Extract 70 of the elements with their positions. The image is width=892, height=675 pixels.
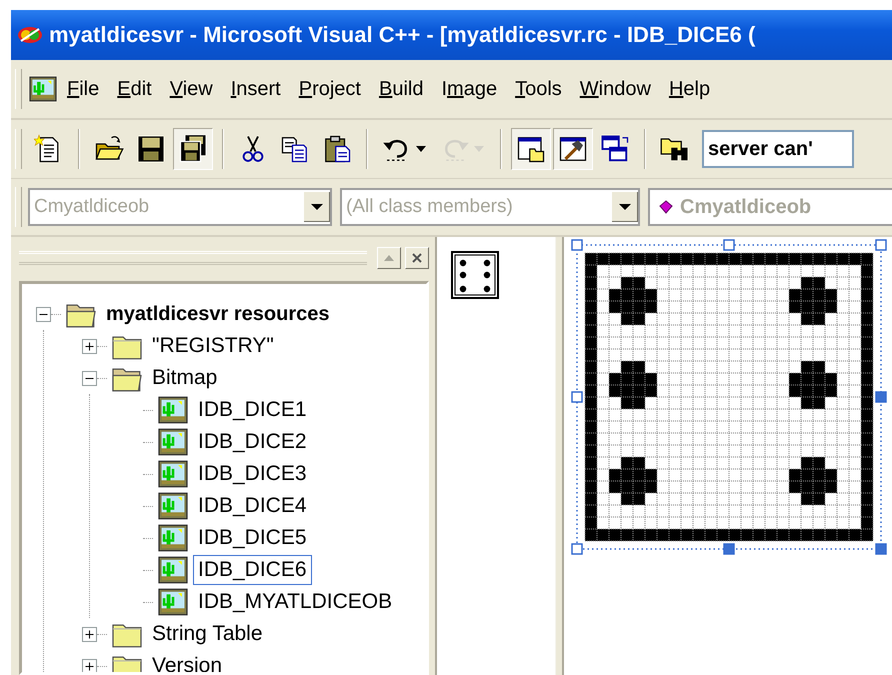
- caret-icon: [414, 144, 428, 154]
- window-hammer-button[interactable]: [553, 128, 593, 170]
- menu-item[interactable]: Build: [370, 78, 432, 100]
- tree-item[interactable]: myatldicesvr resources: [101, 299, 334, 329]
- expand-toggle[interactable]: [82, 658, 97, 672]
- tree-item[interactable]: IDB_DICE6: [193, 555, 312, 585]
- expand-toggle[interactable]: [82, 626, 97, 642]
- tree-item[interactable]: Bitmap: [147, 363, 222, 393]
- menu-item[interactable]: Edit: [108, 78, 161, 100]
- paste-icon: [322, 134, 352, 164]
- tree-item[interactable]: String Table: [147, 619, 268, 649]
- panel-grip[interactable]: [19, 251, 367, 265]
- menu-item[interactable]: Image: [432, 78, 506, 100]
- save-icon: [136, 134, 166, 164]
- copy-icon: [280, 134, 310, 164]
- tree-item[interactable]: IDB_MYATLDICEOB: [193, 587, 398, 617]
- resize-handle[interactable]: [723, 239, 735, 251]
- menu-item[interactable]: View: [160, 78, 222, 100]
- tree-item[interactable]: IDB_DICE3: [193, 459, 312, 489]
- caret-icon: [310, 203, 324, 211]
- windows-icon: [600, 134, 630, 164]
- save-all-button[interactable]: [173, 128, 213, 170]
- bitmap-icon: [157, 492, 189, 520]
- tree-item[interactable]: IDB_DICE1: [193, 395, 312, 425]
- triangle-icon: [383, 254, 395, 262]
- bitmap-icon: [157, 556, 189, 584]
- tree-item[interactable]: Version: [147, 651, 228, 672]
- collapse-toggle[interactable]: [82, 370, 97, 386]
- menu-item[interactable]: File: [58, 78, 108, 100]
- tree-item[interactable]: IDB_DICE5: [193, 523, 312, 553]
- expand-toggle[interactable]: [82, 338, 97, 354]
- close-icon: [412, 253, 422, 263]
- menu-item[interactable]: Help: [660, 78, 720, 100]
- resize-handle[interactable]: [875, 391, 887, 403]
- diamond-icon: [658, 199, 674, 215]
- resize-handle[interactable]: [875, 543, 887, 555]
- bitmap-icon: [157, 588, 189, 616]
- tree-item[interactable]: IDB_DICE2: [193, 427, 312, 457]
- toolbar-grip[interactable]: [15, 69, 22, 109]
- menu-item[interactable]: Insert: [222, 78, 290, 100]
- bitmap-icon: [157, 428, 189, 456]
- bitmap-icon[interactable]: [28, 76, 58, 102]
- caret-icon: [618, 203, 632, 211]
- close-button[interactable]: [405, 247, 429, 269]
- menu-item[interactable]: Tools: [506, 78, 571, 100]
- tree-item[interactable]: "REGISTRY": [147, 331, 279, 361]
- maximize-button[interactable]: [377, 247, 401, 269]
- resize-handle[interactable]: [723, 543, 735, 555]
- caret-icon: [472, 144, 486, 154]
- window-title: myatldicesvr - Microsoft Visual C++ - [myatldicesvr.rc - IDB_DICE6 (: [49, 22, 756, 48]
- resize-handle[interactable]: [571, 543, 583, 555]
- bitmap-icon: [157, 396, 189, 424]
- app-icon: [17, 25, 43, 45]
- resize-handle[interactable]: [571, 391, 583, 403]
- bitmap-icon: [157, 460, 189, 488]
- resize-handle[interactable]: [571, 239, 583, 251]
- window-hammer-icon: [558, 134, 588, 164]
- find-field[interactable]: server can': [702, 130, 854, 168]
- tree-item[interactable]: IDB_DICE4: [193, 491, 312, 521]
- window-folder-button[interactable]: [511, 128, 551, 170]
- toolbar-grip[interactable]: [15, 187, 22, 227]
- save-all-icon: [178, 134, 208, 164]
- resize-handle[interactable]: [875, 239, 887, 251]
- window-folder-icon: [516, 134, 546, 164]
- dice-preview-drawing: [451, 251, 499, 299]
- toolbar-grip[interactable]: [15, 129, 22, 169]
- menu-item[interactable]: Project: [290, 78, 370, 100]
- collapse-toggle[interactable]: [36, 306, 51, 322]
- menu-item[interactable]: Window: [570, 78, 660, 100]
- bitmap-icon: [157, 524, 189, 552]
